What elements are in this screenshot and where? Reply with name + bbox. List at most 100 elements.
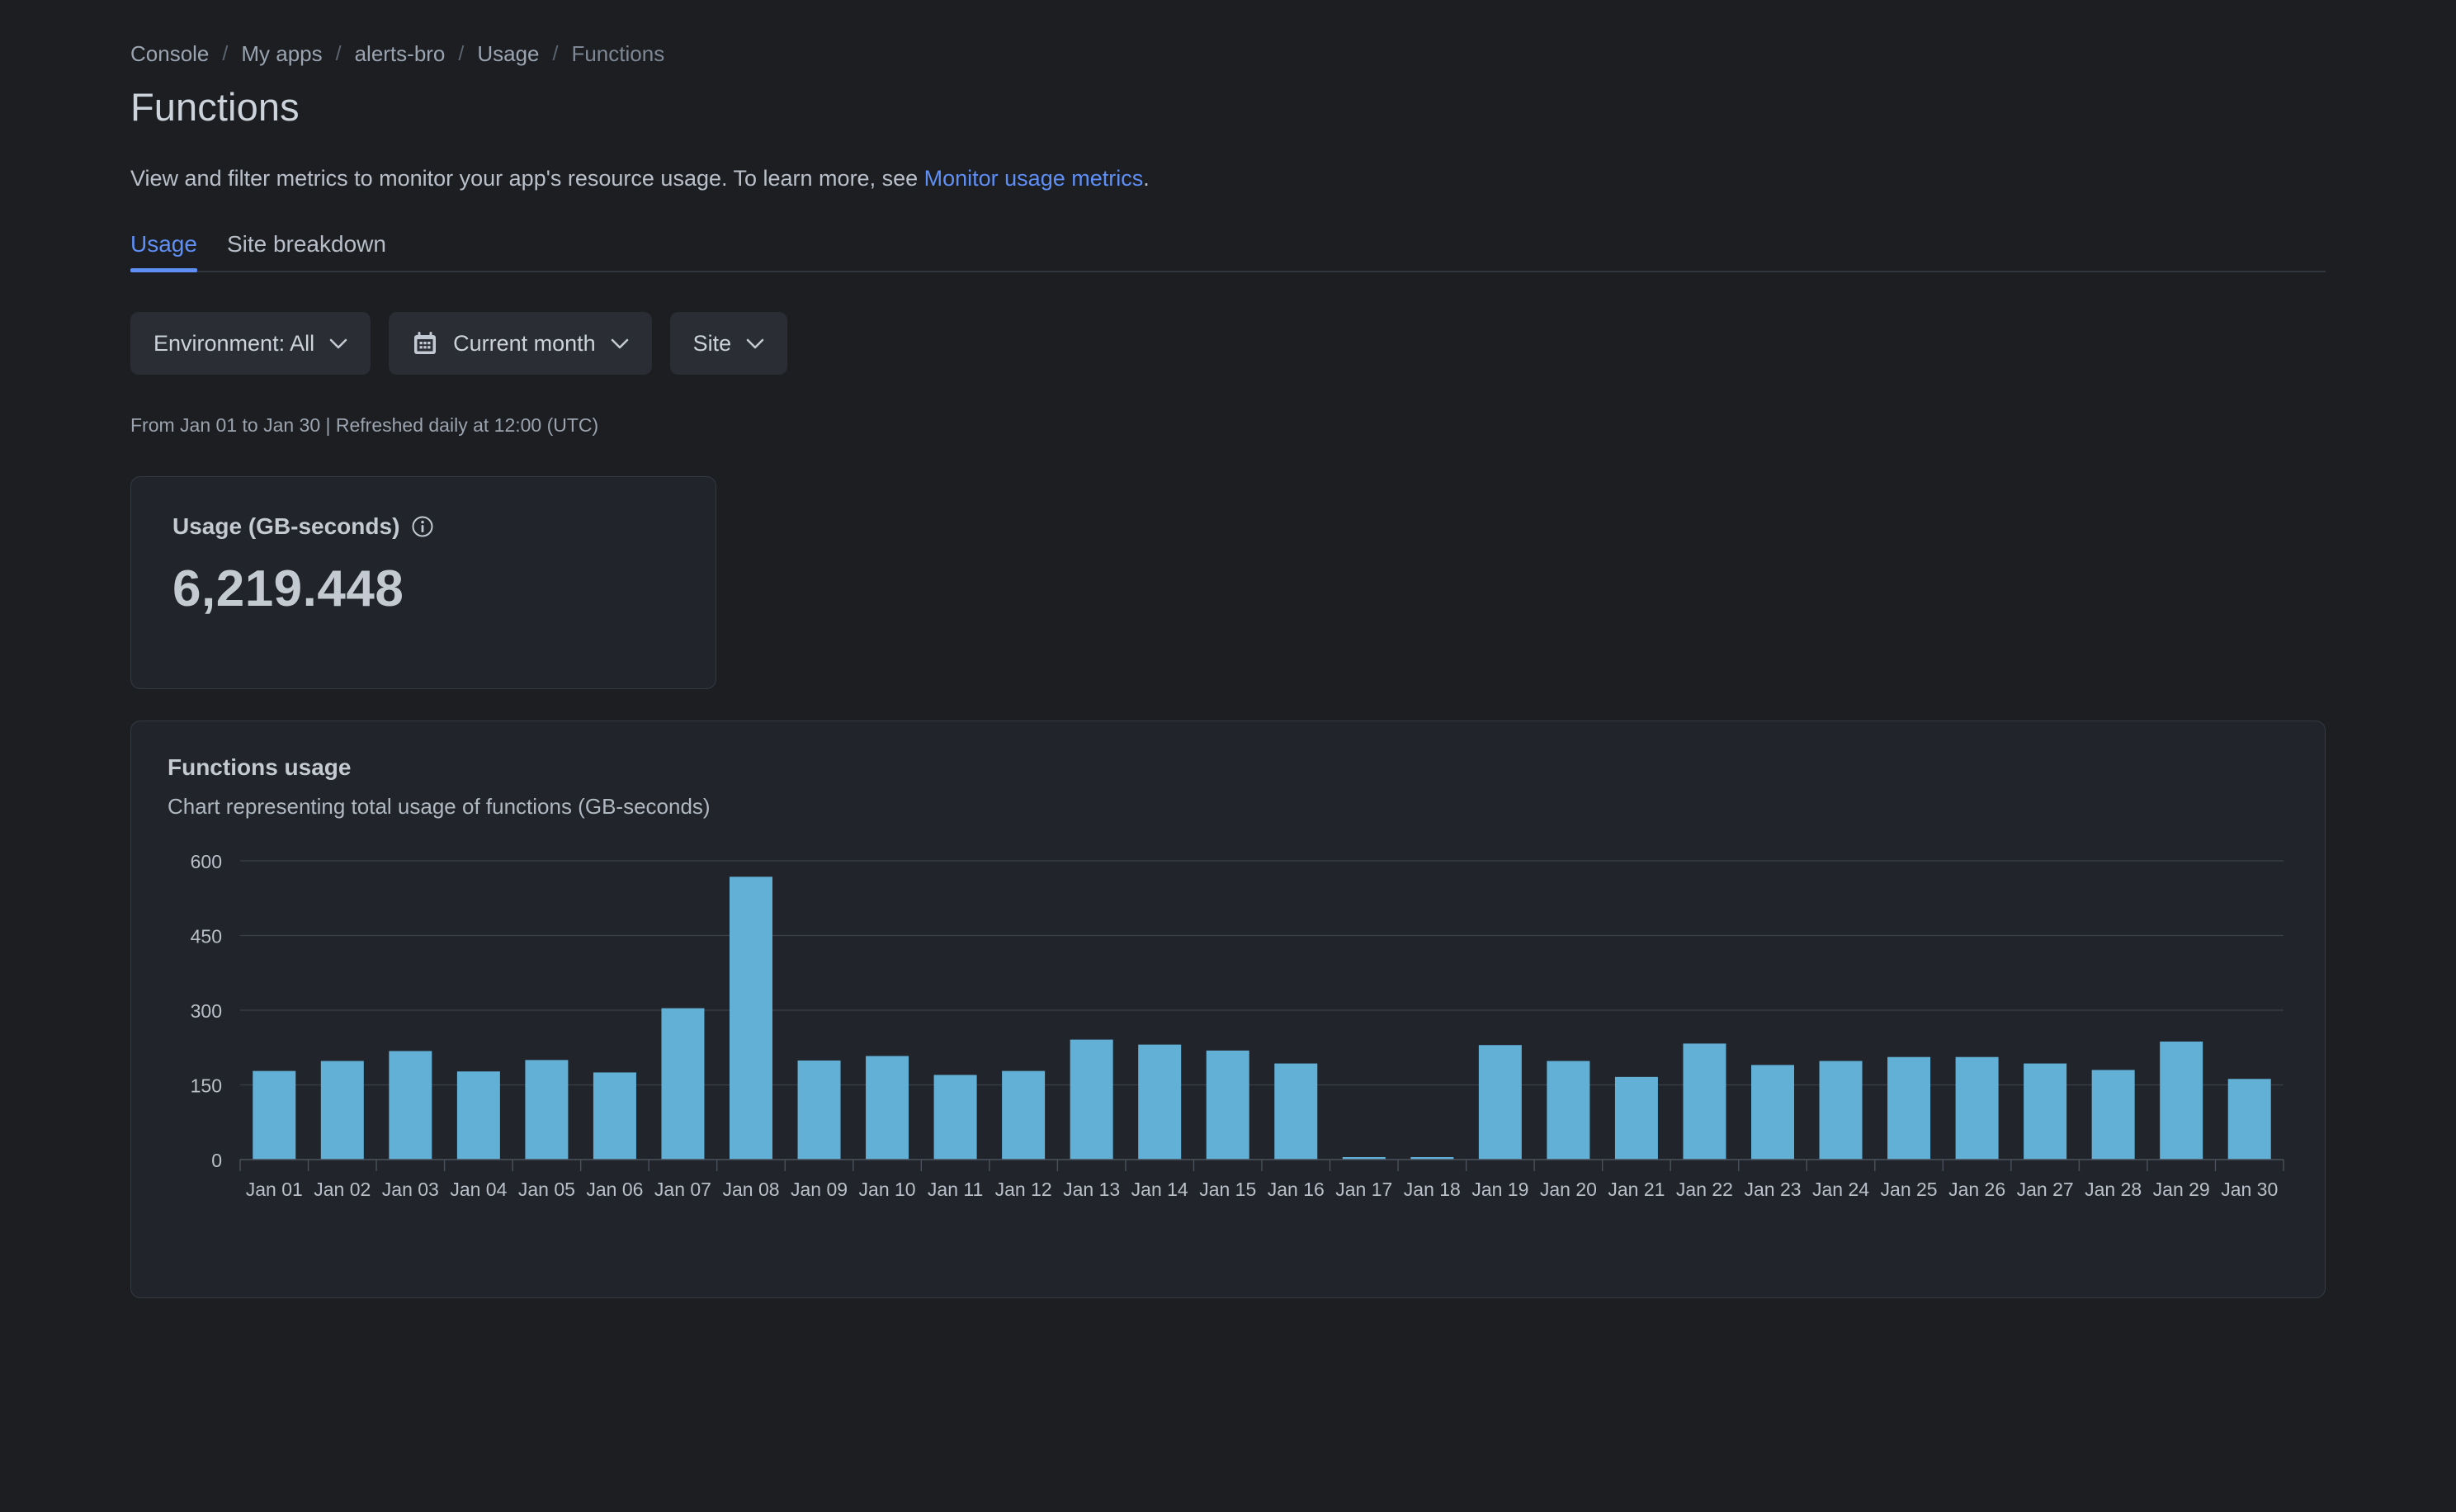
x-axis-tick-label: Jan 25: [1881, 1179, 1938, 1200]
chevron-down-icon: [611, 338, 629, 349]
breadcrumb-item-usage[interactable]: Usage: [477, 43, 539, 64]
page-title: Functions: [130, 85, 300, 129]
x-axis-tick-label: Jan 21: [1608, 1179, 1665, 1200]
y-axis-tick-label: 150: [191, 1075, 222, 1097]
x-axis-tick-label: Jan 12: [995, 1179, 1052, 1200]
x-axis-tick-label: Jan 10: [859, 1179, 916, 1200]
x-axis-tick-label: Jan 23: [1744, 1179, 1801, 1200]
x-axis-tick-label: Jan 29: [2153, 1179, 2210, 1200]
chart-bar[interactable]: [2227, 1079, 2271, 1160]
x-axis-tick-label: Jan 26: [1948, 1179, 2005, 1200]
x-axis-tick-label: Jan 16: [1268, 1179, 1325, 1200]
chart-bar[interactable]: [1478, 1045, 1522, 1160]
page-description-suffix: .: [1143, 166, 1150, 191]
y-axis-tick-label: 600: [191, 853, 222, 872]
refresh-note: From Jan 01 to Jan 30 | Refreshed daily …: [130, 414, 599, 436]
chevron-down-icon: [746, 338, 764, 349]
chart-bar[interactable]: [593, 1072, 636, 1160]
period-filter-label: Current month: [453, 330, 596, 356]
page-description: View and filter metrics to monitor your …: [130, 166, 2456, 191]
period-filter-button[interactable]: Current month: [389, 312, 652, 375]
chart-bar[interactable]: [1206, 1050, 1249, 1160]
site-filter-button[interactable]: Site: [669, 312, 788, 375]
chart-bar[interactable]: [2024, 1063, 2067, 1160]
environment-filter-label: Environment: All: [154, 330, 315, 356]
x-axis-tick-label: Jan 30: [2221, 1179, 2278, 1200]
chart-bar[interactable]: [1138, 1044, 1182, 1160]
chevron-down-icon: [329, 338, 347, 349]
chart-bar[interactable]: [2160, 1042, 2203, 1160]
environment-filter-button[interactable]: Environment: All: [130, 312, 371, 375]
chart-bar[interactable]: [320, 1061, 364, 1160]
breadcrumb-item-my-apps[interactable]: My apps: [241, 43, 322, 64]
info-icon[interactable]: [411, 515, 434, 538]
chart-bar[interactable]: [525, 1060, 569, 1160]
chart-bar[interactable]: [1887, 1056, 1931, 1160]
chart-bar[interactable]: [1274, 1063, 1318, 1160]
tab-site-breakdown[interactable]: Site breakdown: [227, 231, 386, 271]
chart-bar[interactable]: [661, 1008, 705, 1160]
x-axis-tick-label: Jan 06: [586, 1179, 643, 1200]
chart-bar[interactable]: [1683, 1043, 1726, 1160]
functions-usage-chart-card: Functions usage Chart representing total…: [130, 721, 2326, 1298]
x-axis-tick-label: Jan 08: [722, 1179, 779, 1200]
chart-bar[interactable]: [1819, 1061, 1863, 1160]
breadcrumb-separator: /: [458, 41, 465, 65]
page-description-text: View and filter metrics to monitor your …: [130, 166, 924, 191]
tab-usage[interactable]: Usage: [130, 231, 197, 272]
usage-stat-label-row: Usage (GB-seconds): [172, 513, 674, 540]
x-axis-tick-label: Jan 20: [1540, 1179, 1597, 1200]
breadcrumb-separator: /: [335, 41, 342, 65]
y-axis-tick-label: 300: [191, 1000, 222, 1022]
breadcrumb-separator: /: [552, 41, 559, 65]
x-axis-tick-label: Jan 09: [791, 1179, 848, 1200]
x-axis-tick-label: Jan 13: [1063, 1179, 1120, 1200]
y-axis-tick-label: 450: [191, 926, 222, 947]
chart-bar[interactable]: [933, 1075, 977, 1160]
breadcrumb-separator: /: [222, 41, 229, 65]
calendar-icon: [412, 330, 438, 357]
chart-bar[interactable]: [1614, 1076, 1658, 1160]
x-axis-tick-label: Jan 05: [518, 1179, 575, 1200]
chart-bar[interactable]: [730, 876, 772, 1160]
chart-title: Functions usage: [168, 754, 352, 780]
x-axis-tick-label: Jan 01: [246, 1179, 303, 1200]
x-axis-tick-label: Jan 03: [382, 1179, 439, 1200]
chart-bar[interactable]: [456, 1071, 500, 1160]
chart-bar[interactable]: [2091, 1070, 2135, 1160]
x-axis-tick-label: Jan 19: [1471, 1179, 1528, 1200]
chart-plot-area: 0 150 300 450 600 Jan 01 Jan 02 Jan 03 Jan 04 Jan…: [168, 853, 2288, 1216]
chart-subtitle: Chart representing total usage of functi…: [168, 794, 711, 819]
x-axis-tick-label: Jan 11: [928, 1179, 983, 1200]
x-axis-tick-label: Jan 28: [2085, 1179, 2142, 1200]
site-filter-label: Site: [692, 330, 732, 356]
tab-bar: Usage Site breakdown: [130, 231, 2326, 272]
x-axis-tick-label: Jan 18: [1404, 1179, 1461, 1200]
x-axis-tick-label: Jan 22: [1676, 1179, 1733, 1200]
x-axis-tick-label: Jan 24: [1812, 1179, 1869, 1200]
x-axis-tick-label: Jan 17: [1335, 1179, 1392, 1200]
chart-bar[interactable]: [797, 1060, 841, 1160]
chart-bar[interactable]: [389, 1051, 432, 1160]
breadcrumb-item-console[interactable]: Console: [130, 43, 209, 64]
chart-bar[interactable]: [1070, 1039, 1113, 1160]
y-axis-tick-label: 0: [211, 1150, 222, 1171]
monitor-usage-metrics-link[interactable]: Monitor usage metrics: [924, 166, 1144, 191]
x-axis-tick-label: Jan 15: [1199, 1179, 1256, 1200]
filter-bar: Environment: All Current month Site: [130, 312, 2456, 375]
breadcrumb: Console / My apps / alerts-bro / Usage /…: [130, 43, 2456, 64]
functions-usage-bar-chart[interactable]: 0 150 300 450 600 Jan 01 Jan 02 Jan 03 Jan 04 Jan…: [168, 853, 2288, 1216]
chart-bar[interactable]: [1002, 1070, 1046, 1160]
chart-bar[interactable]: [1751, 1065, 1794, 1160]
chart-bar[interactable]: [866, 1056, 909, 1160]
chart-bar[interactable]: [253, 1070, 296, 1160]
usage-stat-value: 6,219.448: [172, 560, 404, 617]
x-axis-tick-label: Jan 07: [654, 1179, 711, 1200]
breadcrumb-item-alerts-bro[interactable]: alerts-bro: [355, 43, 446, 64]
x-axis-tick-label: Jan 02: [314, 1179, 371, 1200]
usage-stat-card: Usage (GB-seconds) 6,219.448: [130, 476, 716, 689]
usage-stat-label: Usage (GB-seconds): [172, 513, 400, 539]
chart-bar[interactable]: [1955, 1056, 1999, 1160]
chart-bar[interactable]: [1547, 1061, 1590, 1160]
x-axis-tick-label: Jan 14: [1131, 1179, 1188, 1200]
